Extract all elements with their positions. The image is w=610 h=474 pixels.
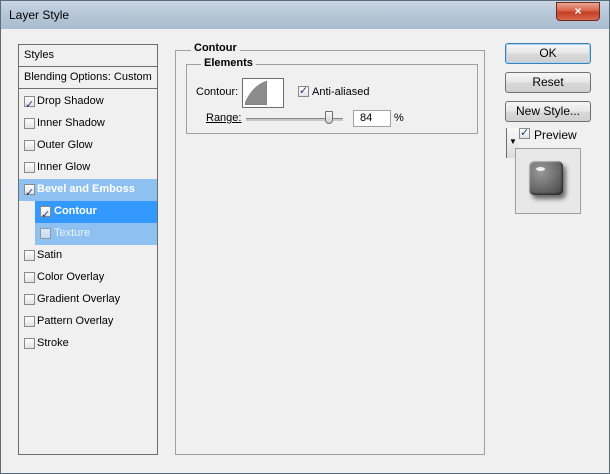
style-item-inner-glow[interactable]: Inner Glow (19, 157, 157, 179)
preview-swatch (529, 161, 563, 195)
style-item-label: Gradient Overlay (37, 293, 121, 305)
style-item-pattern-overlay[interactable]: Pattern Overlay (19, 311, 157, 333)
inner-shadow-checkbox[interactable] (24, 118, 35, 129)
style-item-contour[interactable]: Contour (35, 201, 157, 225)
contour-group-title: Contour (191, 42, 240, 54)
blending-options-label: Blending Options: Custom (24, 71, 152, 83)
style-item-label: Pattern Overlay (37, 315, 114, 327)
style-item-label: Bevel and Emboss (37, 183, 135, 195)
style-item-texture[interactable]: Texture (35, 223, 157, 245)
contour-label: Contour: (196, 86, 239, 98)
style-item-label: Inner Glow (37, 161, 91, 173)
style-item-color-overlay[interactable]: Color Overlay (19, 267, 157, 289)
style-item-label: Texture (54, 227, 91, 239)
pattern-overlay-checkbox[interactable] (24, 316, 35, 327)
range-unit: % (394, 112, 404, 124)
style-item-gradient-overlay[interactable]: Gradient Overlay (19, 289, 157, 311)
range-slider-thumb[interactable] (325, 111, 333, 124)
gradient-overlay-checkbox[interactable] (24, 294, 35, 305)
style-item-inner-shadow[interactable]: Inner Shadow (19, 113, 157, 135)
stroke-checkbox[interactable] (24, 338, 35, 349)
contour-curve-icon (245, 81, 267, 105)
contour-picker[interactable]: ▼ (242, 78, 519, 158)
style-item-drop-shadow[interactable]: Drop Shadow (19, 91, 157, 115)
anti-aliased-checkbox[interactable] (298, 84, 309, 97)
window-title: Layer Style (9, 8, 70, 22)
contour-checkbox[interactable] (40, 204, 51, 225)
inner-glow-checkbox[interactable] (24, 162, 35, 173)
range-label: Range: (206, 112, 242, 124)
color-overlay-checkbox[interactable] (24, 272, 35, 283)
elements-group-title: Elements (201, 57, 256, 69)
ok-button[interactable]: OK (505, 43, 591, 64)
preview-label: Preview (534, 128, 577, 142)
anti-aliased-label: Anti-aliased (312, 86, 370, 98)
style-item-label: Drop Shadow (37, 95, 104, 107)
reset-button[interactable]: Reset (505, 72, 591, 93)
style-preview (515, 148, 581, 214)
styles-list: Styles Blending Options: Custom Drop Sha… (18, 44, 158, 455)
style-item-label: Color Overlay (37, 271, 105, 283)
styles-header[interactable]: Styles (19, 45, 157, 67)
style-item-label: Stroke (37, 337, 69, 349)
blending-options-item[interactable]: Blending Options: Custom (19, 67, 157, 89)
style-item-outer-glow[interactable]: Outer Glow (19, 135, 157, 157)
style-item-label: Contour (54, 205, 97, 217)
style-item-label: Inner Shadow (37, 117, 105, 129)
range-input[interactable]: 84 (353, 110, 391, 127)
preview-checkbox[interactable] (519, 126, 530, 139)
texture-checkbox[interactable] (40, 228, 51, 239)
bevel-and-emboss-checkbox[interactable] (24, 182, 35, 203)
dialog-client: Styles Blending Options: Custom Drop Sha… (8, 29, 602, 467)
new-style-button[interactable]: New Style... (505, 101, 591, 122)
outer-glow-checkbox[interactable] (24, 140, 35, 151)
style-item-label: Outer Glow (37, 139, 93, 151)
drop-shadow-checkbox[interactable] (24, 94, 35, 115)
style-item-bevel-and-emboss[interactable]: Bevel and Emboss (19, 179, 157, 203)
style-item-stroke[interactable]: Stroke (19, 333, 157, 355)
style-item-label: Satin (37, 249, 63, 261)
styles-header-label: Styles (24, 49, 54, 61)
layer-style-dialog: Layer Style × Styles Blending Options: C… (0, 0, 610, 474)
style-item-satin[interactable]: Satin (19, 245, 157, 267)
satin-checkbox[interactable] (24, 250, 35, 261)
title-bar[interactable]: Layer Style × (1, 1, 609, 29)
close-button[interactable]: × (556, 2, 600, 21)
preview-highlight (536, 167, 545, 171)
